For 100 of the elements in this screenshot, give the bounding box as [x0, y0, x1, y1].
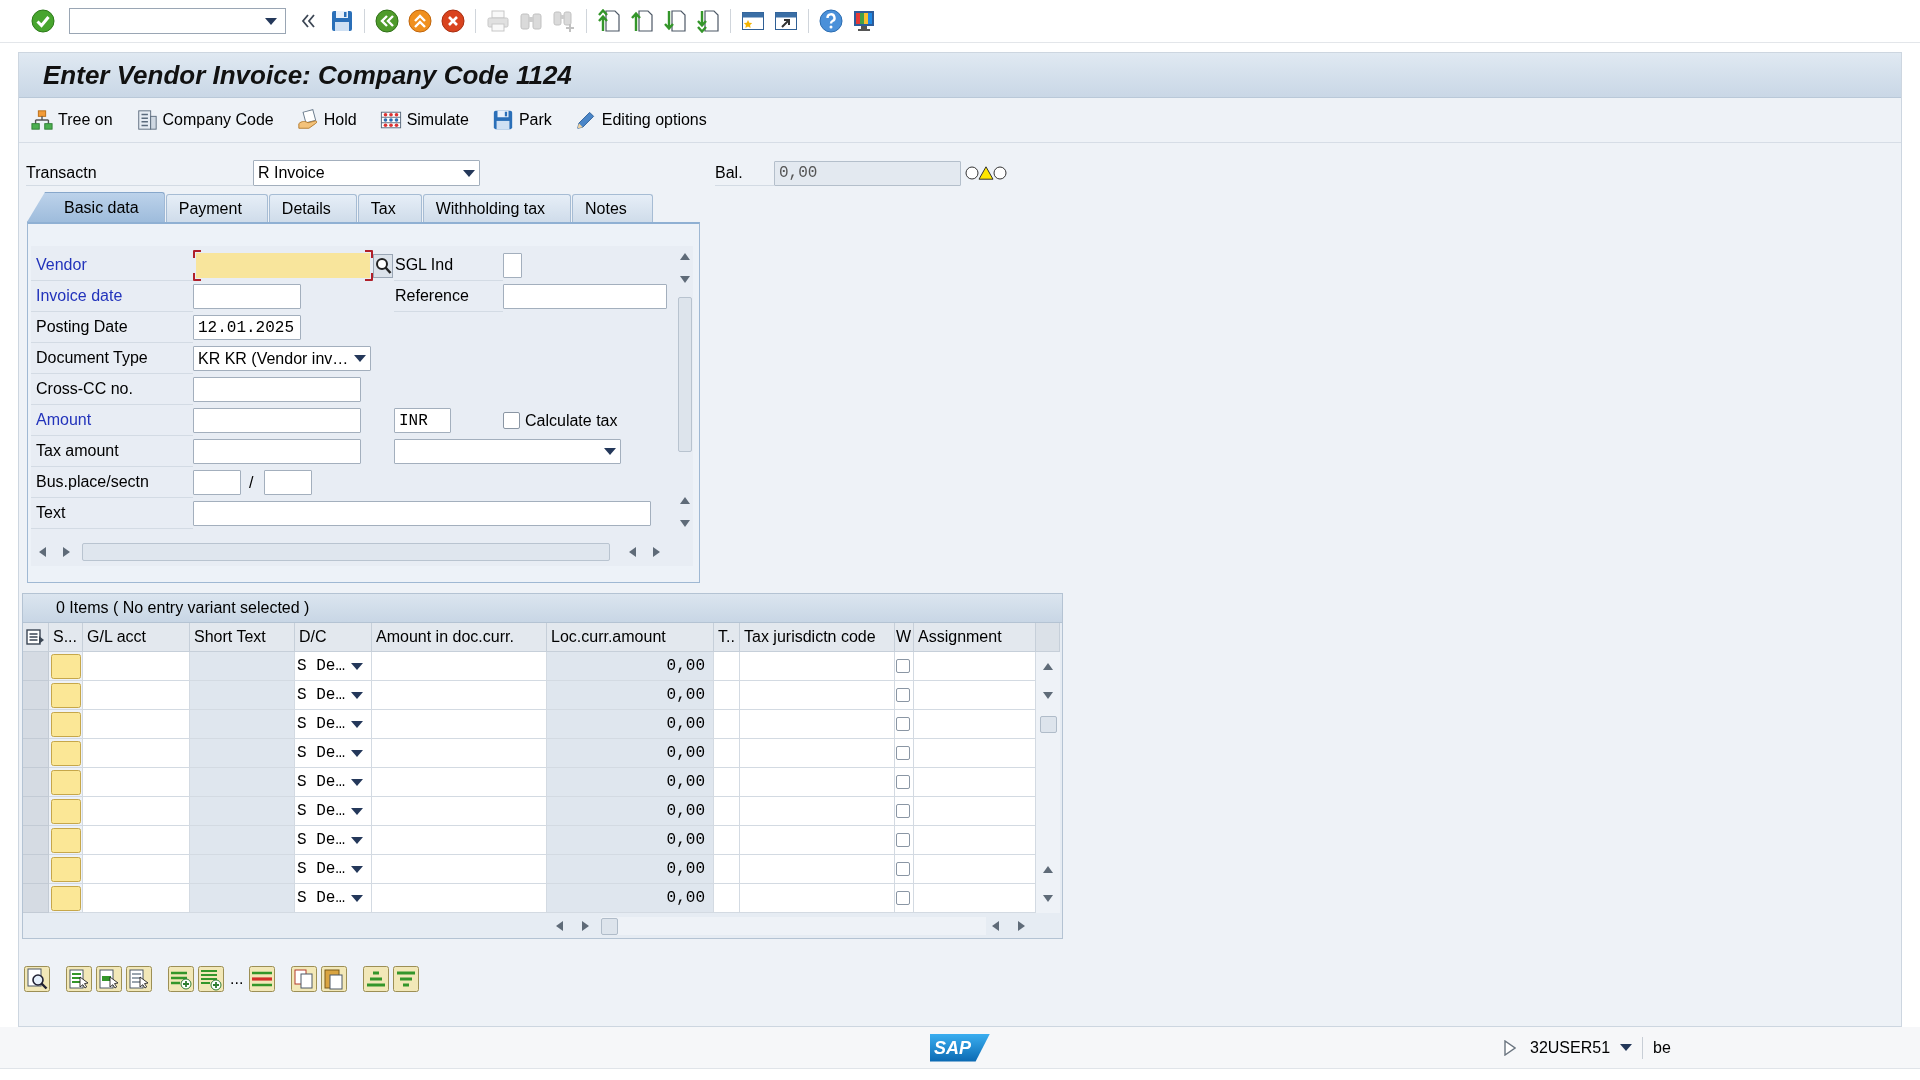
back-icon[interactable] [375, 9, 399, 33]
table-input[interactable] [372, 797, 547, 826]
dropdown[interactable]: R Invoice [253, 160, 480, 186]
table-dropdown[interactable]: S De… [295, 768, 372, 797]
tab[interactable]: Tax [357, 194, 422, 222]
tab[interactable]: Payment [165, 194, 268, 222]
page-double-arrow-up-icon[interactable] [597, 9, 621, 33]
arrow-up-icon[interactable] [1043, 866, 1053, 873]
simulate-button[interactable]: Simulate [375, 105, 473, 135]
column-header[interactable]: G/L acct [83, 623, 190, 652]
input-field[interactable] [193, 408, 361, 433]
arrow-left-icon[interactable] [629, 547, 636, 557]
copy-icon[interactable] [291, 966, 318, 992]
table-input[interactable] [83, 797, 190, 826]
table-input[interactable] [914, 681, 1036, 710]
checkbox[interactable] [896, 659, 910, 673]
arrow-down-icon[interactable] [1043, 895, 1053, 902]
checkmark-icon[interactable] [31, 9, 55, 33]
row-selector[interactable] [23, 652, 49, 681]
table-input[interactable] [83, 681, 190, 710]
status-square-icon[interactable] [50, 740, 81, 766]
input-field[interactable]: 12.01.2025 [193, 315, 301, 340]
tab[interactable]: Withholding tax [422, 194, 572, 222]
table-input[interactable] [83, 768, 190, 797]
table-input[interactable] [740, 681, 895, 710]
input-field[interactable] [193, 501, 651, 526]
table-dropdown[interactable]: S De… [295, 884, 372, 913]
column-header[interactable]: Tax jurisdictn code [740, 623, 895, 652]
arrow-down-icon[interactable] [679, 276, 690, 283]
arrow-down-icon[interactable] [1043, 692, 1053, 699]
table-input[interactable] [83, 855, 190, 884]
row-selector[interactable] [23, 884, 49, 913]
triangle-right-icon[interactable] [1504, 1039, 1516, 1056]
table-input[interactable] [372, 710, 547, 739]
row-selector[interactable] [23, 826, 49, 855]
checkbox[interactable] [896, 833, 910, 847]
table-input[interactable] [714, 681, 740, 710]
table-input[interactable] [714, 652, 740, 681]
column-header[interactable]: Short Text [190, 623, 295, 652]
list-settings-icon[interactable] [26, 628, 45, 646]
column-header[interactable]: D/C [295, 623, 372, 652]
page-double-arrow-down-icon[interactable] [696, 9, 720, 33]
table-input[interactable] [740, 652, 895, 681]
dropdown[interactable] [394, 439, 621, 464]
checkbox[interactable] [896, 688, 910, 702]
checkbox[interactable] [896, 862, 910, 876]
page-arrow-up-icon[interactable] [630, 9, 654, 33]
table-input[interactable] [914, 739, 1036, 768]
checkbox[interactable] [896, 804, 910, 818]
row-selector[interactable] [23, 768, 49, 797]
document-magnifier-icon[interactable] [24, 966, 50, 992]
table-input[interactable] [914, 855, 1036, 884]
checkbox[interactable] [896, 891, 910, 905]
table-dropdown[interactable]: S De… [295, 710, 372, 739]
command-field[interactable] [69, 8, 286, 34]
arrow-up-icon[interactable] [679, 253, 690, 260]
arrow-down-icon[interactable] [679, 520, 690, 527]
page-arrow-down-icon[interactable] [663, 9, 687, 33]
row-minus-icon[interactable] [249, 966, 276, 992]
table-dropdown[interactable]: S De… [295, 652, 372, 681]
table-input[interactable] [914, 884, 1036, 913]
row-selector[interactable] [23, 855, 49, 884]
currency-field[interactable]: INR [394, 408, 451, 433]
arrow-left-icon[interactable] [39, 547, 46, 557]
table-input[interactable] [740, 826, 895, 855]
row-selector[interactable] [23, 797, 49, 826]
checkbox[interactable] [896, 775, 910, 789]
scroll-thumb[interactable] [1039, 716, 1057, 733]
arrow-left-icon[interactable] [556, 921, 563, 931]
list-pointer-icon[interactable] [126, 966, 152, 992]
table-input[interactable] [714, 768, 740, 797]
table-input[interactable] [714, 884, 740, 913]
table-input[interactable] [714, 797, 740, 826]
table-input[interactable] [914, 826, 1036, 855]
table-dropdown[interactable]: S De… [295, 855, 372, 884]
table-input[interactable] [740, 768, 895, 797]
arrow-right-icon[interactable] [1018, 921, 1025, 931]
scroll-thumb[interactable] [601, 917, 618, 935]
checkbox[interactable] [503, 412, 520, 429]
row-selector[interactable] [23, 681, 49, 710]
input-field[interactable] [193, 470, 241, 495]
table-input[interactable] [914, 710, 1036, 739]
monitor-icon[interactable] [852, 9, 876, 33]
table-input[interactable] [83, 884, 190, 913]
table-dropdown[interactable]: S De… [295, 681, 372, 710]
table-dropdown[interactable]: S De… [295, 739, 372, 768]
tab[interactable]: Details [268, 194, 357, 222]
row-plus-icon[interactable] [168, 966, 194, 992]
arrow-right-icon[interactable] [63, 547, 70, 557]
table-input[interactable] [372, 826, 547, 855]
table-input[interactable] [714, 826, 740, 855]
arrow-up-icon[interactable] [679, 497, 690, 504]
rows-plus-icon[interactable] [198, 966, 224, 992]
editing-options-button[interactable]: Editing options [570, 105, 711, 135]
table-input[interactable] [914, 652, 1036, 681]
column-header[interactable]: Loc.curr.amount [547, 623, 714, 652]
chevron-up-circle-icon[interactable] [408, 9, 432, 33]
row-selector[interactable] [23, 739, 49, 768]
input-field[interactable] [264, 470, 313, 495]
help-icon[interactable] [819, 9, 843, 33]
